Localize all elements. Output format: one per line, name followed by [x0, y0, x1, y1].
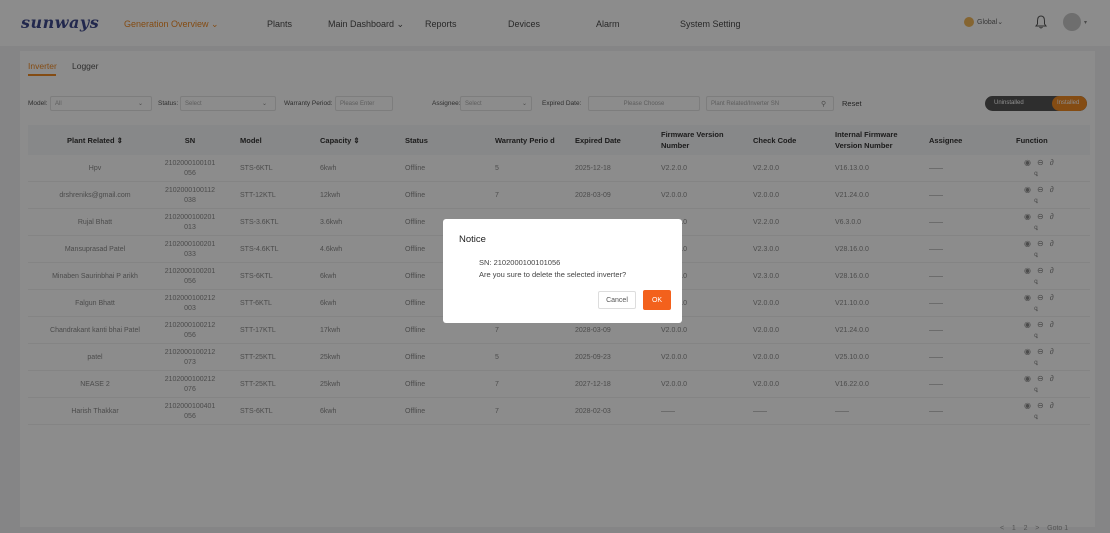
dialog-message: Are you sure to delete the selected inve… [479, 270, 627, 279]
cancel-button[interactable]: Cancel [598, 291, 636, 309]
dialog-sn: SN: 2102000100101056 [479, 258, 561, 267]
dialog-title: Notice [459, 234, 486, 245]
ok-button[interactable]: OK [643, 290, 671, 310]
delete-confirm-dialog: Notice SN: 2102000100101056 Are you sure… [443, 219, 682, 323]
